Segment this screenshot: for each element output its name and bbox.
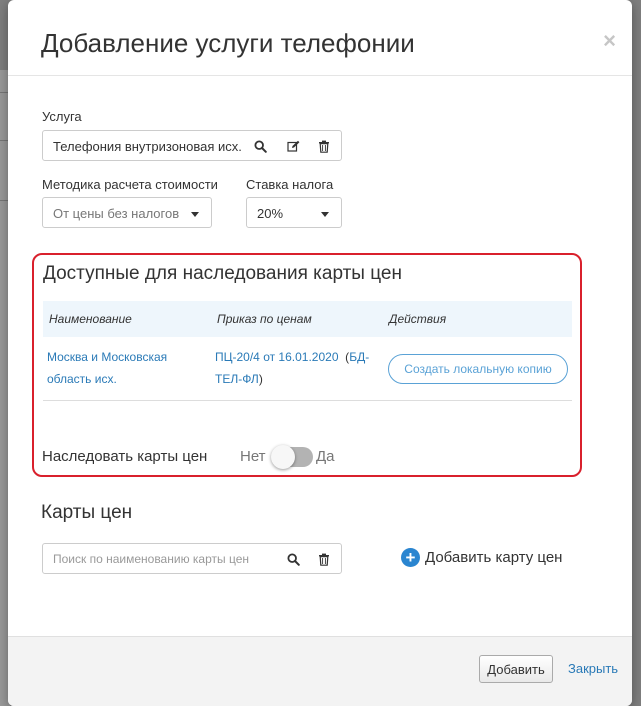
price-order-code: ТЕЛ-ФЛ — [215, 372, 259, 386]
price-maps-title: Карты цен — [41, 502, 133, 523]
search-placeholder: Поиск по наименованию карты цен — [53, 552, 249, 566]
trash-icon[interactable] — [316, 138, 332, 154]
add-price-map-button[interactable]: + Добавить карту цен — [401, 548, 562, 567]
table-row: Москва и Московская область исх. ПЦ-20/4… — [43, 337, 572, 401]
table-header: Наименование Приказ по ценам Действия — [43, 301, 572, 337]
create-local-copy-button[interactable]: Создать локальную копию — [388, 354, 568, 384]
column-header-actions: Действия — [389, 312, 447, 326]
search-icon[interactable] — [285, 551, 301, 567]
price-order-line: ТЕЛ-ФЛ) — [215, 368, 369, 390]
price-order-line: ПЦ-20/4 от 16.01.2020 (БД- — [215, 346, 369, 368]
add-price-map-label: Добавить карту цен — [425, 549, 563, 566]
price-order-code: БД- — [349, 350, 370, 364]
tax-rate-label: Ставка налога — [246, 177, 334, 192]
price-order-number: ПЦ-20/4 от 16.01.2020 — [215, 350, 339, 364]
add-button[interactable]: Добавить — [479, 655, 553, 683]
chevron-down-icon — [321, 212, 329, 217]
search-icon[interactable] — [252, 138, 268, 154]
price-order-link[interactable]: ПЦ-20/4 от 16.01.2020 (БД- ТЕЛ-ФЛ) — [215, 346, 369, 390]
modal-header: Добавление услуги телефонии × — [8, 0, 632, 76]
cost-method-select[interactable]: От цены без налогов — [42, 197, 212, 228]
section-title: Доступные для наследования карты цен — [43, 263, 402, 284]
add-telephony-service-dialog: Добавление услуги телефонии × Услуга Тел… — [8, 0, 632, 706]
cost-method-value: От цены без налогов — [53, 206, 180, 221]
toggle-on-label: Да — [316, 448, 335, 465]
paren-close: ) — [258, 372, 263, 386]
price-map-search-field[interactable]: Поиск по наименованию карты цен — [42, 543, 342, 574]
cost-method-label: Методика расчета стоимости — [42, 177, 218, 192]
edit-icon[interactable] — [285, 138, 301, 154]
inherit-toggle[interactable] — [271, 445, 313, 469]
plus-circle-icon: + — [401, 548, 420, 567]
column-header-order: Приказ по ценам — [217, 312, 312, 326]
trash-icon[interactable] — [316, 551, 332, 567]
toggle-knob — [271, 445, 295, 469]
close-icon[interactable]: × — [603, 30, 616, 52]
service-field[interactable]: Телефония внутризоновая исх. — [42, 130, 342, 161]
toggle-off-label: Нет — [240, 448, 266, 465]
price-map-name-link[interactable]: Москва и Московская область исх. — [47, 346, 167, 390]
tax-rate-select[interactable]: 20% — [246, 197, 342, 228]
column-header-name: Наименование — [49, 312, 132, 326]
tax-rate-value: 20% — [257, 206, 284, 221]
price-map-name-line: область исх. — [47, 372, 117, 386]
service-label: Услуга — [42, 109, 82, 124]
inheritable-price-maps-section: Доступные для наследования карты цен Наи… — [32, 253, 582, 477]
modal-title: Добавление услуги телефонии — [41, 28, 415, 58]
modal-footer: Добавить Закрыть — [8, 636, 632, 706]
close-link[interactable]: Закрыть — [568, 661, 618, 676]
inherit-price-maps-label: Наследовать карты цен — [42, 448, 208, 465]
service-value: Телефония внутризоновая исх. — [53, 139, 242, 154]
price-map-name-line: Москва и Московская — [47, 350, 168, 364]
chevron-down-icon — [191, 212, 199, 217]
